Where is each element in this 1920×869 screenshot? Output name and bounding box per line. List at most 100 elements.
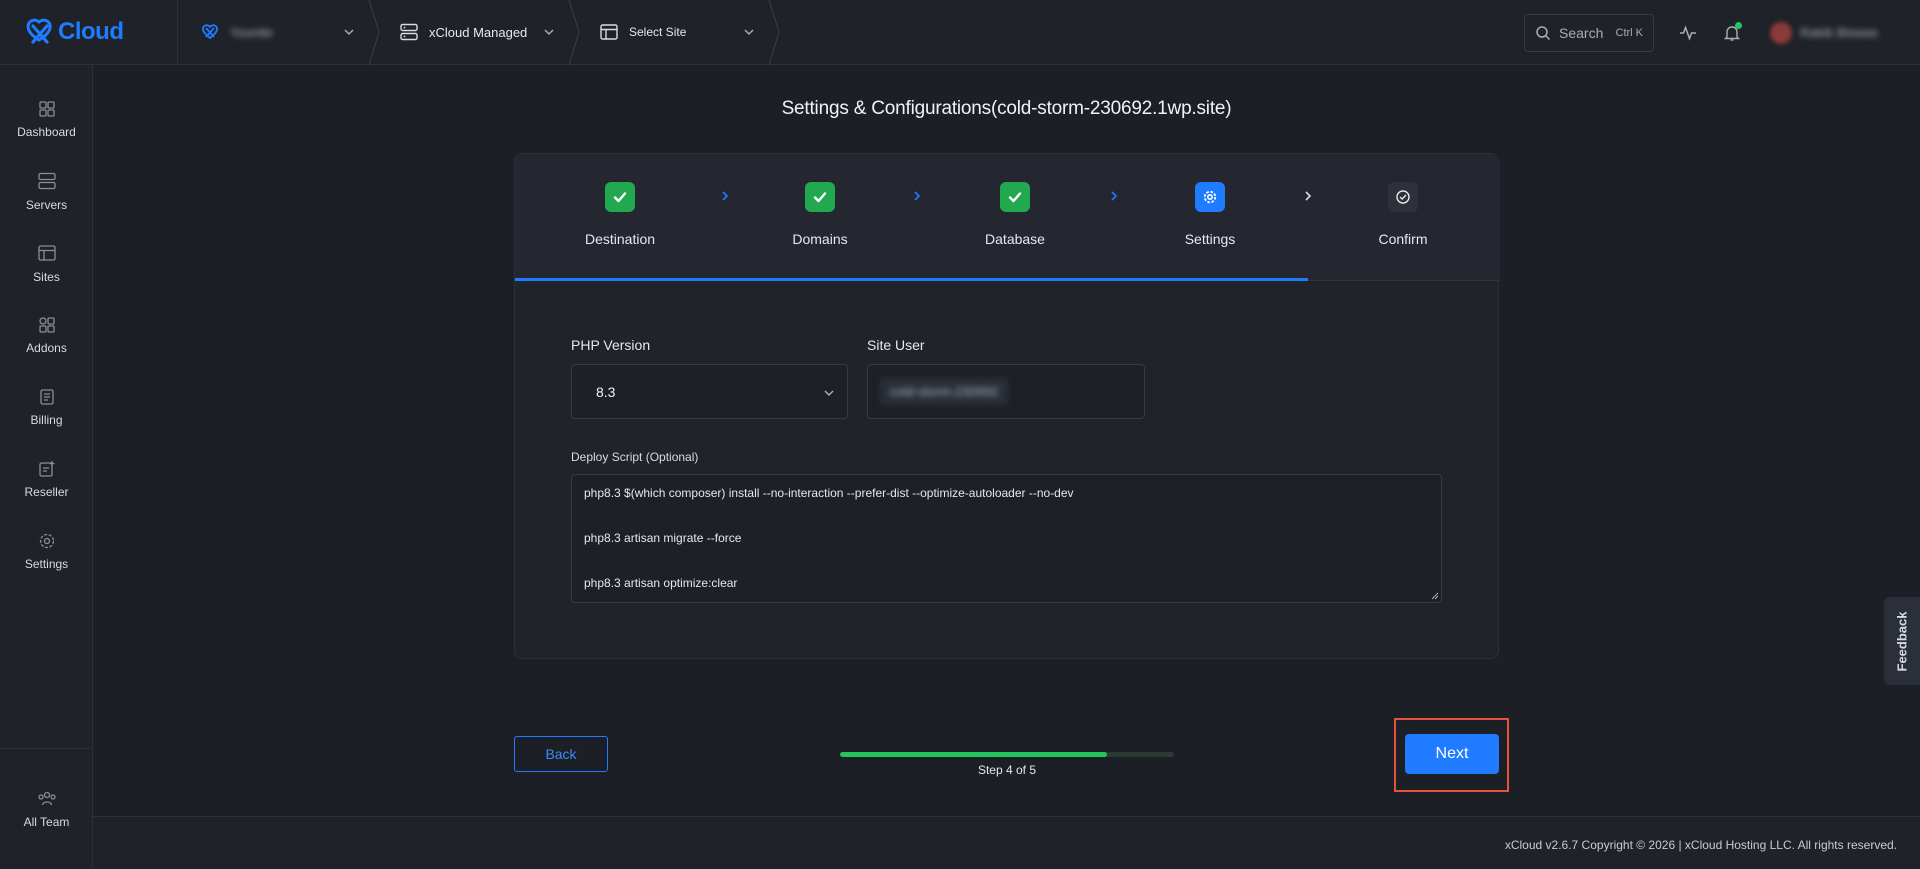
top-bar: Cloud Yoonite xCloud Managed Select Site	[0, 0, 1920, 65]
user-menu[interactable]: Rakib Biswas	[1770, 21, 1920, 44]
check-icon	[605, 182, 635, 212]
chevron-down-icon	[544, 28, 554, 35]
deploy-script-label: Deploy Script (Optional)	[571, 450, 699, 464]
check-icon	[805, 182, 835, 212]
sidebar-item-billing[interactable]: Billing	[0, 371, 93, 443]
step-label: Settings	[1184, 231, 1236, 247]
wizard-progress-fill	[840, 752, 1108, 757]
settings-icon	[39, 533, 54, 548]
site-user-label: Site User	[867, 337, 925, 353]
reseller-icon	[38, 460, 54, 477]
stepper: Destination Domains Database Settings Co…	[515, 154, 1500, 281]
step-confirm[interactable]: Confirm	[1333, 182, 1473, 247]
breadcrumb-separator	[768, 0, 780, 65]
sidebar-item-label: Sites	[33, 269, 60, 284]
sidebar-item-settings[interactable]: Settings	[0, 515, 93, 587]
site-name: Select Site	[629, 25, 687, 39]
sidebar-item-label: Settings	[24, 556, 69, 571]
sidebar-item-label: Reseller	[24, 484, 69, 499]
workspace-name: Yoonite	[230, 24, 273, 40]
servers-icon	[37, 172, 56, 189]
brand-name: Cloud	[58, 18, 124, 45]
workspace-icon	[202, 24, 218, 40]
feedback-label: Feedback	[1894, 611, 1910, 671]
sidebar-item-all-team[interactable]: All Team	[0, 773, 93, 845]
server-selector[interactable]: xCloud Managed	[377, 0, 580, 65]
php-version-value: 8.3	[596, 383, 616, 400]
copyright-text: xCloud v2.6.7 Copyright © 2026 | xCloud …	[1504, 838, 1897, 852]
php-version-label: PHP Version	[571, 337, 651, 353]
chevron-right-icon	[722, 191, 729, 201]
sidebar-item-label: All Team	[23, 814, 70, 829]
step-label: Database	[985, 231, 1045, 247]
sidebar-item-sites[interactable]: Sites	[0, 227, 93, 299]
stepper-progress	[515, 278, 1308, 281]
notifications-button[interactable]	[1712, 13, 1752, 53]
server-icon	[400, 23, 418, 41]
next-button[interactable]: Next	[1405, 734, 1499, 774]
chevron-down-icon	[344, 28, 354, 35]
feedback-tab[interactable]: Feedback	[1884, 597, 1920, 685]
site-user-field[interactable]: cold-storm-230692	[867, 364, 1145, 419]
chevron-down-icon	[744, 28, 754, 35]
sidebar-item-label: Servers	[25, 197, 68, 212]
notification-dot	[1735, 21, 1742, 29]
chevron-right-icon	[1111, 191, 1118, 201]
step-database[interactable]: Database	[945, 182, 1085, 247]
step-label: Confirm	[1378, 231, 1428, 247]
site-icon	[600, 24, 618, 40]
step-destination[interactable]: Destination	[550, 182, 690, 247]
sidebar-item-label: Addons	[26, 340, 67, 355]
footer: xCloud v2.6.7 Copyright © 2026 | xCloud …	[93, 816, 1920, 869]
server-name: xCloud Managed	[429, 24, 528, 40]
billing-icon	[39, 388, 54, 405]
deploy-script-textarea[interactable]: php8.3 $(which composer) install --no-in…	[571, 474, 1442, 603]
check-circle-icon	[1388, 182, 1418, 212]
deploy-script-line: php8.3 artisan migrate --force	[584, 531, 742, 545]
search-shortcut: Ctrl K	[1615, 26, 1644, 39]
activity-icon	[1680, 24, 1696, 41]
user-name: Rakib Biswas	[1800, 25, 1879, 40]
gear-icon	[1195, 182, 1225, 212]
resize-handle-icon[interactable]	[1431, 592, 1439, 600]
deploy-script-line: php8.3 artisan optimize:clear	[584, 576, 738, 590]
chevron-right-icon	[914, 191, 921, 201]
workspace-selector[interactable]: Yoonite	[178, 0, 380, 65]
step-counter: Step 4 of 5	[977, 763, 1037, 777]
step-domains[interactable]: Domains	[750, 182, 890, 247]
team-icon	[37, 791, 56, 805]
sidebar-item-servers[interactable]: Servers	[0, 155, 93, 227]
search-label: Search	[1559, 24, 1604, 41]
chevron-right-icon	[1305, 191, 1312, 201]
php-version-select[interactable]: 8.3	[571, 364, 848, 419]
avatar	[1770, 21, 1792, 44]
search-icon	[1536, 25, 1551, 40]
check-icon	[1000, 182, 1030, 212]
addons-icon	[38, 316, 55, 333]
brand-logo[interactable]: Cloud	[0, 0, 178, 65]
chevron-down-icon	[824, 390, 834, 397]
sidebar-item-reseller[interactable]: Reseller	[0, 443, 93, 515]
wizard-card: Destination Domains Database Settings Co…	[514, 153, 1500, 659]
dashboard-icon	[38, 100, 55, 117]
deploy-script-line: php8.3 $(which composer) install --no-in…	[584, 486, 1074, 500]
page-title: Settings & Configurations(cold-storm-230…	[781, 98, 1232, 119]
sidebar-bottom: All Team	[0, 748, 93, 869]
sidebar-item-dashboard[interactable]: Dashboard	[0, 83, 93, 155]
wizard-progress-bar	[840, 752, 1174, 757]
site-user-value: cold-storm-230692	[880, 378, 1009, 405]
step-label: Destination	[584, 231, 656, 247]
sites-icon	[37, 244, 56, 261]
step-settings[interactable]: Settings	[1140, 182, 1280, 247]
activity-button[interactable]	[1668, 13, 1708, 53]
step-label: Domains	[792, 231, 848, 247]
sidebar-item-addons[interactable]: Addons	[0, 299, 93, 371]
site-selector[interactable]: Select Site	[577, 0, 780, 65]
xcloud-logo-icon	[26, 18, 52, 44]
sidebar: Dashboard Servers Sites Addons Billing R…	[0, 65, 93, 869]
sidebar-item-label: Dashboard	[17, 124, 76, 139]
sidebar-item-label: Billing	[30, 412, 63, 427]
search-button[interactable]: Search Ctrl K	[1524, 13, 1654, 52]
top-right-actions: Search Ctrl K Rakib Biswas	[1524, 0, 1920, 65]
back-button[interactable]: Back	[514, 736, 608, 772]
